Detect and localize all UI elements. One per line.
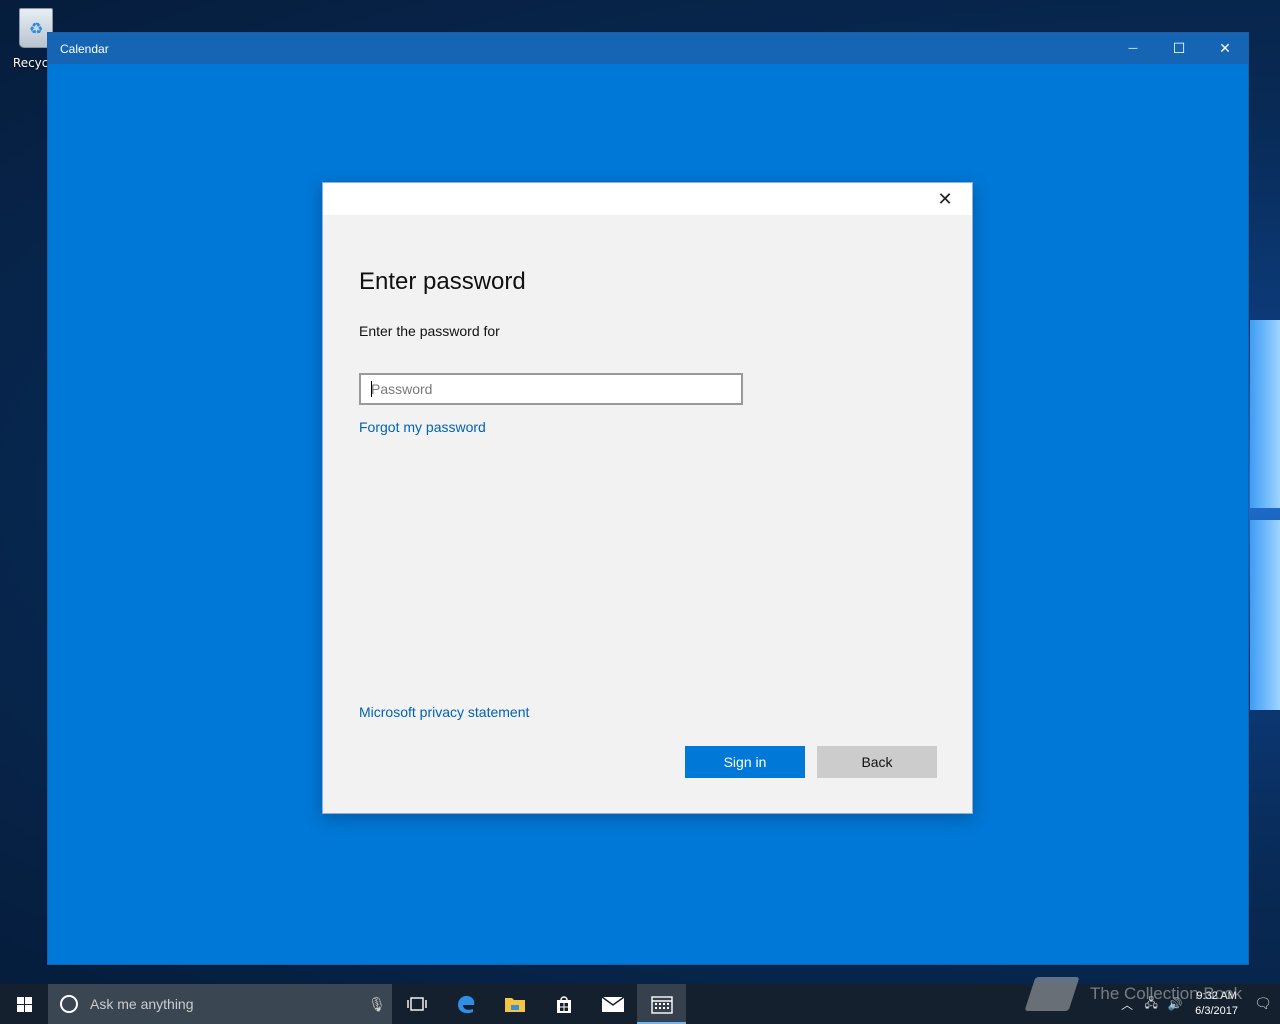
window-title: Calendar xyxy=(60,41,109,56)
system-tray: ︿ 🖧 🔊 9:32 AM 6/3/2017 🗨 xyxy=(1115,984,1280,1024)
cortana-search-box[interactable]: Ask me anything 🎙 xyxy=(48,984,392,1024)
calendar-icon[interactable] xyxy=(637,984,686,1024)
windows-logo-pane xyxy=(1250,520,1280,710)
window-close-button[interactable]: ✕ xyxy=(1202,33,1248,64)
window-titlebar[interactable]: Calendar — ☐ ✕ xyxy=(48,33,1248,64)
dialog-heading: Enter password xyxy=(359,268,526,295)
cortana-icon xyxy=(60,995,78,1013)
minimize-button[interactable]: — xyxy=(1110,33,1156,64)
sign-in-button[interactable]: Sign in xyxy=(685,746,805,778)
dialog-close-button[interactable]: ✕ xyxy=(930,189,960,210)
clock-time: 9:32 AM xyxy=(1196,990,1237,1002)
clock-date: 6/3/2017 xyxy=(1195,1005,1238,1017)
network-icon[interactable]: 🖧 xyxy=(1139,994,1163,1015)
back-button[interactable]: Back xyxy=(817,746,937,778)
store-icon[interactable] xyxy=(539,984,588,1024)
file-explorer-icon[interactable] xyxy=(490,984,539,1024)
maximize-button[interactable]: ☐ xyxy=(1156,33,1202,64)
enter-password-dialog: ✕ Enter password Enter the password for … xyxy=(322,182,973,814)
action-center-icon[interactable]: 🗨 xyxy=(1246,996,1280,1012)
start-button[interactable] xyxy=(0,984,48,1024)
system-clock[interactable]: 9:32 AM 6/3/2017 xyxy=(1187,989,1246,1019)
mail-icon[interactable] xyxy=(588,984,637,1024)
windows-logo-pane xyxy=(1250,320,1280,508)
password-input[interactable] xyxy=(359,373,743,405)
privacy-statement-link[interactable]: Microsoft privacy statement xyxy=(359,704,529,720)
forgot-password-link[interactable]: Forgot my password xyxy=(359,419,486,435)
dialog-subtitle: Enter the password for xyxy=(359,323,500,339)
task-view-icon[interactable] xyxy=(392,984,441,1024)
edge-icon[interactable] xyxy=(441,984,490,1024)
taskbar: Ask me anything 🎙 ︿ 🖧 🔊 9:32 AM 6/3/2017… xyxy=(0,984,1280,1024)
volume-icon[interactable]: 🔊 xyxy=(1163,997,1187,1011)
text-caret xyxy=(371,381,372,397)
dialog-header: ✕ xyxy=(323,183,972,215)
show-hidden-icons-chevron-up-icon[interactable]: ︿ xyxy=(1115,996,1139,1013)
windows-start-icon xyxy=(16,996,32,1012)
microphone-icon[interactable]: 🎙 xyxy=(362,996,392,1013)
search-placeholder: Ask me anything xyxy=(90,996,194,1012)
